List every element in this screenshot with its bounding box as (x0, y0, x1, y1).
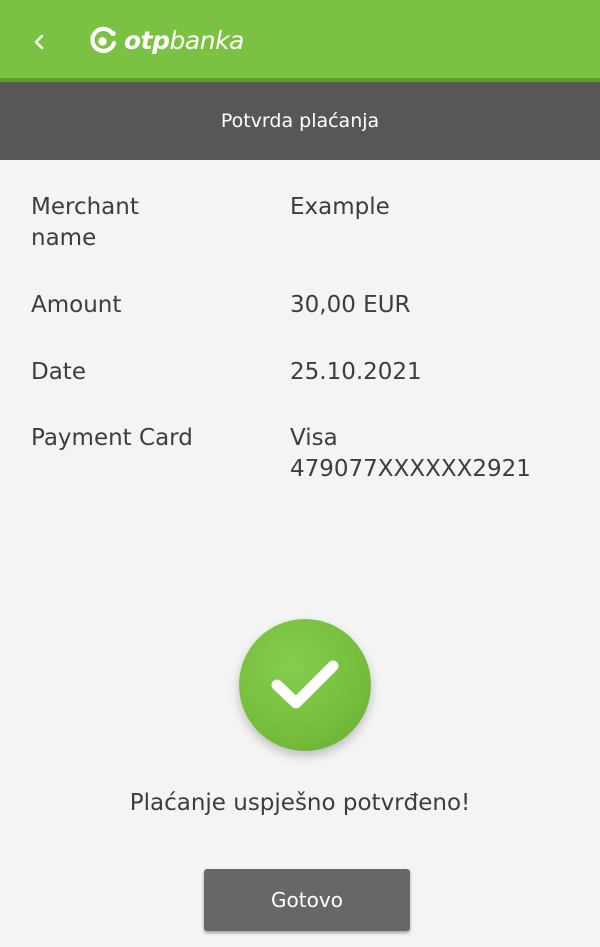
payment-card-label: Payment Card (31, 425, 193, 451)
otp-banka-logo: otpbanka (88, 20, 244, 62)
page-title-text: Potvrda plaćanja (220, 110, 380, 132)
amount-label: Amount (31, 292, 122, 318)
amount-value: 30,00 EUR (290, 292, 411, 318)
detail-row-amount: Amount 30,00 EUR (31, 290, 571, 357)
card-type: Visa (290, 425, 338, 451)
payment-details: Merchant name Example Amount 30,00 EUR D… (31, 192, 571, 485)
chevron-left-icon (34, 34, 44, 50)
success-indicator (239, 619, 371, 751)
done-button-label: Gotovo (271, 888, 343, 912)
page-title: Potvrda plaćanja (0, 82, 600, 160)
merchant-name-value: Example (290, 194, 390, 220)
back-button[interactable] (22, 22, 56, 62)
app-header: otpbanka (0, 0, 600, 82)
success-message: Plaćanje uspješno potvrđeno! (129, 790, 471, 816)
detail-row-date: Date 25.10.2021 (31, 357, 571, 423)
merchant-name-label: Merchant name (31, 194, 139, 251)
detail-row-payment-card: Payment Card Visa 479077XXXXXX2921 (31, 423, 571, 485)
date-label: Date (31, 359, 86, 385)
logo-wordmark: otpbanka (124, 26, 244, 55)
otp-logo-mark-icon (90, 26, 117, 53)
date-value: 25.10.2021 (290, 359, 422, 385)
payment-card-value: Visa 479077XXXXXX2921 (290, 423, 571, 485)
card-number: 479077XXXXXX2921 (290, 456, 531, 482)
done-button[interactable]: Gotovo (204, 869, 410, 931)
checkmark-icon (271, 660, 339, 709)
detail-row-merchant: Merchant name Example (31, 192, 571, 290)
